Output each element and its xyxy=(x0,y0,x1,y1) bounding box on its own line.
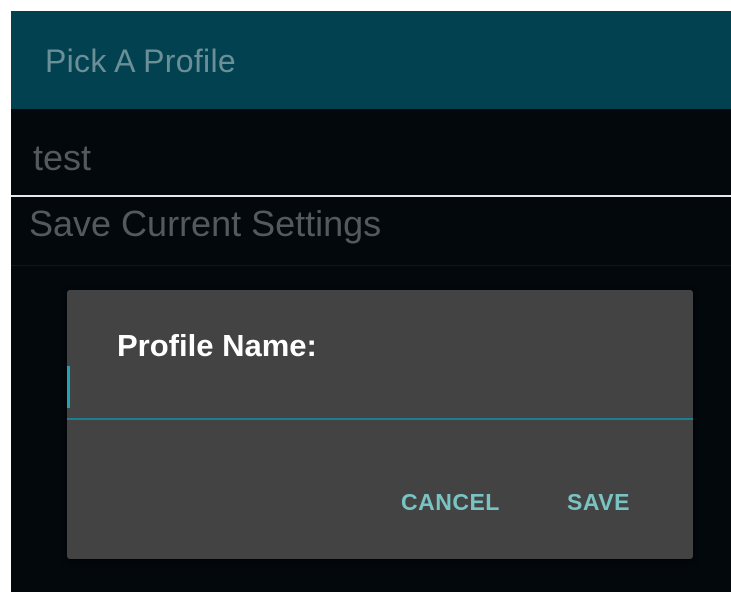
list-item-test[interactable]: test xyxy=(11,109,731,197)
save-button[interactable]: SAVE xyxy=(561,485,636,520)
list-item-label: Save Current Settings xyxy=(29,203,382,244)
app-title: Pick A Profile xyxy=(45,43,236,79)
list-item-save-current-settings[interactable]: Save Current Settings xyxy=(11,197,731,266)
cancel-button[interactable]: CANCEL xyxy=(395,485,506,520)
dialog-title: Profile Name: xyxy=(117,328,317,363)
list-item-label: test xyxy=(33,137,92,178)
profile-name-dialog: Profile Name: CANCEL SAVE xyxy=(67,290,693,559)
screen: Pick A Profile test Save Current Setting… xyxy=(11,11,731,592)
app-bar: Pick A Profile xyxy=(11,11,731,109)
profile-name-input[interactable] xyxy=(67,366,693,420)
text-cursor xyxy=(67,366,70,408)
